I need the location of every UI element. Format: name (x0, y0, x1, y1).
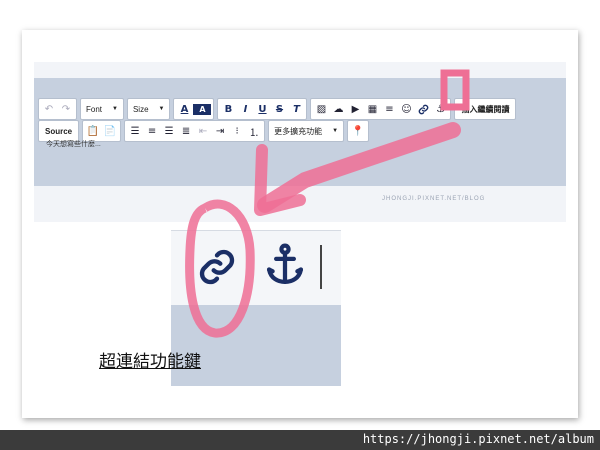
footer-bar: https://jhongji.pixnet.net/album (0, 430, 600, 450)
annotation-overlay (185, 69, 470, 338)
footer-url[interactable]: https://jhongji.pixnet.net/album (363, 432, 594, 446)
highlight-box (440, 69, 470, 111)
pointer-arrow-shaft (257, 122, 461, 213)
highlight-circle (185, 199, 255, 338)
